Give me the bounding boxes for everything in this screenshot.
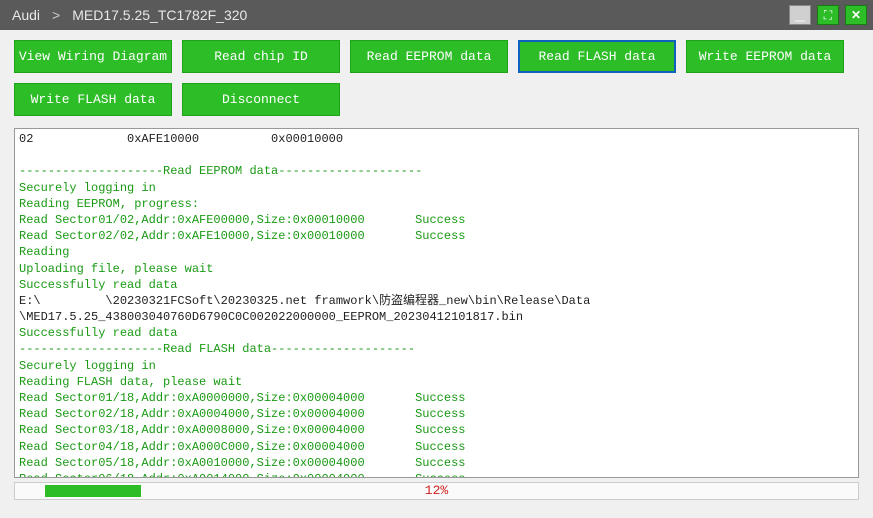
maximize-button[interactable]: ⛶ xyxy=(817,5,839,25)
breadcrumb-root: Audi xyxy=(12,7,40,23)
log-line: Read Sector02/18,Addr:0xA0004000,Size:0x… xyxy=(19,406,854,422)
minimize-icon: ▁ xyxy=(795,8,804,22)
breadcrumb: Audi > MED17.5.25_TC1782F_320 xyxy=(12,7,247,23)
log-line: 02 0xAFE10000 0x00010000 xyxy=(19,131,854,147)
log-line: Read Sector04/18,Addr:0xA000C000,Size:0x… xyxy=(19,439,854,455)
read-eeprom-button[interactable]: Read EEPROM data xyxy=(350,40,508,73)
log-line: Read Sector01/02,Addr:0xAFE00000,Size:0x… xyxy=(19,212,854,228)
write-eeprom-button[interactable]: Write EEPROM data xyxy=(686,40,844,73)
log-line: Read Sector01/18,Addr:0xA0000000,Size:0x… xyxy=(19,390,854,406)
log-line: Uploading file, please wait xyxy=(19,261,854,277)
write-flash-button[interactable]: Write FLASH data xyxy=(14,83,172,116)
close-icon: ✕ xyxy=(851,8,861,22)
log-line: Reading xyxy=(19,244,854,260)
log-line: Successfully read data xyxy=(19,325,854,341)
log-line: Read Sector06/18,Addr:0xA0014000,Size:0x… xyxy=(19,471,854,478)
breadcrumb-page: MED17.5.25_TC1782F_320 xyxy=(72,7,247,23)
log-line: Securely logging in xyxy=(19,358,854,374)
log-line: \MED17.5.25_438003040760D6790C0C00202200… xyxy=(19,309,854,325)
log-line: Read Sector03/18,Addr:0xA0008000,Size:0x… xyxy=(19,422,854,438)
progress-label: 12% xyxy=(15,483,858,498)
disconnect-button[interactable]: Disconnect xyxy=(182,83,340,116)
log-output[interactable]: 02 0xAFE10000 0x00010000 ---------------… xyxy=(14,128,859,478)
read-chip-id-button[interactable]: Read chip ID xyxy=(182,40,340,73)
maximize-icon: ⛶ xyxy=(824,8,832,23)
log-line: --------------------Read EEPROM data----… xyxy=(19,163,854,179)
log-line: E:\ \20230321FCSoft\20230325.net framwor… xyxy=(19,293,854,309)
breadcrumb-separator: > xyxy=(52,7,60,23)
log-line: Read Sector02/02,Addr:0xAFE10000,Size:0x… xyxy=(19,228,854,244)
close-button[interactable]: ✕ xyxy=(845,5,867,25)
window-controls: ▁ ⛶ ✕ xyxy=(789,5,867,25)
titlebar: Audi > MED17.5.25_TC1782F_320 ▁ ⛶ ✕ xyxy=(0,0,873,30)
log-line: Reading EEPROM, progress: xyxy=(19,196,854,212)
read-flash-button[interactable]: Read FLASH data xyxy=(518,40,676,73)
log-line: Successfully read data xyxy=(19,277,854,293)
log-line: --------------------Read FLASH data-----… xyxy=(19,341,854,357)
log-line: Securely logging in xyxy=(19,180,854,196)
log-line: Read Sector05/18,Addr:0xA0010000,Size:0x… xyxy=(19,455,854,471)
minimize-button[interactable]: ▁ xyxy=(789,5,811,25)
toolbar: View Wiring Diagram Read chip ID Read EE… xyxy=(0,30,873,122)
progress-bar: 12% xyxy=(14,482,859,500)
log-line: Reading FLASH data, please wait xyxy=(19,374,854,390)
view-wiring-button[interactable]: View Wiring Diagram xyxy=(14,40,172,73)
log-line xyxy=(19,147,854,163)
